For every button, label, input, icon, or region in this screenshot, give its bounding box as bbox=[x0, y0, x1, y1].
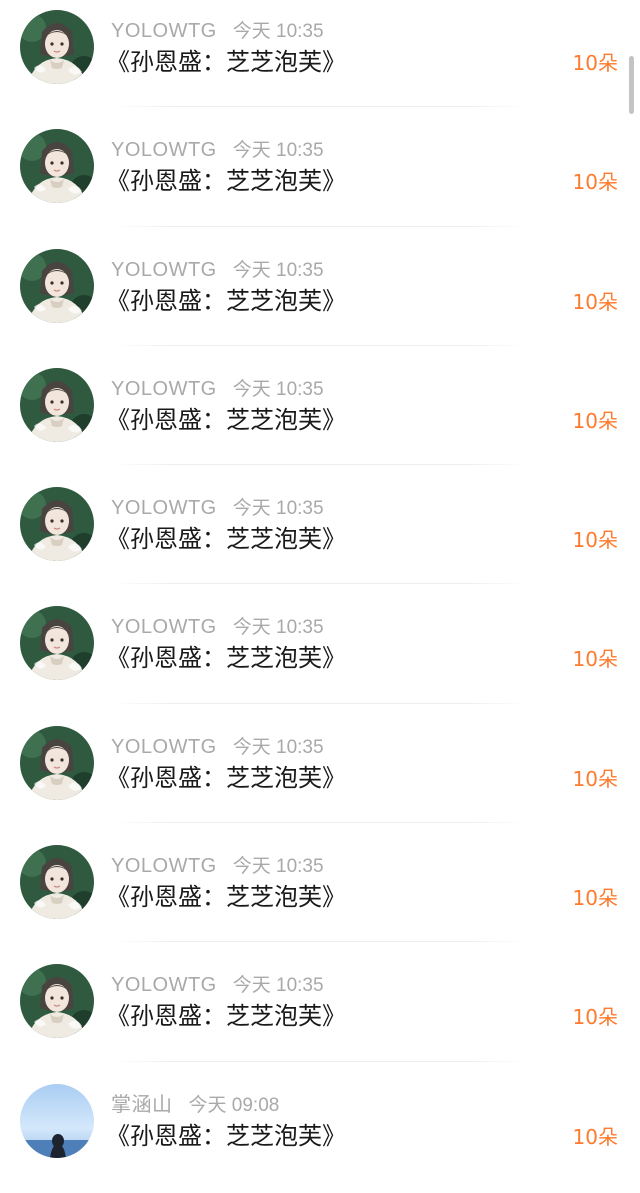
divider bbox=[110, 583, 530, 585]
avatar[interactable] bbox=[20, 845, 94, 920]
avatar[interactable] bbox=[20, 487, 94, 562]
sender-name[interactable]: YOLOWTG bbox=[111, 497, 217, 519]
timestamp: 今天 10:35 bbox=[232, 498, 324, 520]
gift-count: 10朵 bbox=[572, 1005, 618, 1030]
avatar-illustrated-girl-icon bbox=[20, 725, 94, 800]
gift-count: 10朵 bbox=[572, 647, 618, 672]
divider bbox=[110, 941, 530, 943]
message-content: 《孙恩盛：芝芝泡芙》 bbox=[106, 48, 346, 76]
list-item[interactable]: 掌涵山 今天 09:08 《孙恩盛：芝芝泡芙》 10朵 bbox=[0, 1074, 640, 1193]
list-item[interactable]: YOLOWTG 今天 10:35 《孙恩盛：芝芝泡芙》 10朵 bbox=[0, 477, 640, 596]
sender-name[interactable]: YOLOWTG bbox=[111, 259, 217, 281]
message-content: 《孙恩盛：芝芝泡芙》 bbox=[106, 883, 346, 912]
sender-name[interactable]: YOLOWTG bbox=[111, 20, 217, 42]
divider bbox=[110, 225, 530, 227]
message-meta: YOLOWTG 今天 10:35 bbox=[111, 972, 324, 998]
avatar[interactable] bbox=[20, 367, 94, 442]
timestamp: 今天 10:35 bbox=[232, 975, 324, 997]
list-item[interactable]: YOLOWTG 今天 10:35 《孙恩盛：芝芝泡芙》 10朵 bbox=[0, 239, 640, 358]
avatar-illustrated-girl-icon bbox=[20, 606, 94, 681]
list-item[interactable]: YOLOWTG 今天 10:35 《孙恩盛：芝芝泡芙》 10朵 bbox=[0, 358, 640, 477]
message-meta: YOLOWTG 今天 10:35 bbox=[111, 853, 324, 879]
timestamp: 今天 10:35 bbox=[232, 736, 324, 758]
divider bbox=[110, 464, 530, 466]
divider bbox=[110, 702, 530, 704]
timestamp: 今天 10:35 bbox=[232, 140, 324, 162]
message-meta: YOLOWTG 今天 10:35 bbox=[111, 257, 324, 283]
avatar-illustrated-girl-icon bbox=[20, 845, 94, 920]
message-meta: YOLOWTG 今天 10:35 bbox=[111, 137, 324, 163]
list-item[interactable]: YOLOWTG 今天 10:35 《孙恩盛：芝芝泡芙》 10朵 bbox=[0, 596, 640, 715]
avatar[interactable] bbox=[20, 964, 94, 1039]
timestamp: 今天 10:35 bbox=[232, 617, 324, 639]
list-item[interactable]: YOLOWTG 今天 10:35 《孙恩盛：芝芝泡芙》 10朵 bbox=[0, 716, 640, 835]
avatar[interactable] bbox=[20, 129, 94, 204]
avatar[interactable] bbox=[20, 248, 94, 323]
message-content: 《孙恩盛：芝芝泡芙》 bbox=[106, 644, 346, 673]
gift-count: 10朵 bbox=[572, 886, 618, 911]
avatar[interactable] bbox=[20, 606, 94, 681]
timestamp: 今天 10:35 bbox=[232, 259, 324, 281]
timestamp: 今天 09:08 bbox=[188, 1094, 280, 1116]
gift-message-list[interactable]: YOLOWTG 今天 10:35 《孙恩盛：芝芝泡芙》 10朵 YOLOWTG … bbox=[0, 0, 640, 1193]
message-content: 《孙恩盛：芝芝泡芙》 bbox=[106, 405, 346, 434]
gift-count: 10朵 bbox=[572, 528, 618, 553]
divider bbox=[110, 344, 530, 346]
sender-name[interactable]: YOLOWTG bbox=[111, 616, 217, 638]
avatar-illustrated-girl-icon bbox=[20, 129, 94, 204]
list-item[interactable]: YOLOWTG 今天 10:35 《孙恩盛：芝芝泡芙》 10朵 bbox=[0, 954, 640, 1073]
gift-count: 10朵 bbox=[572, 766, 618, 791]
gift-count: 10朵 bbox=[572, 170, 618, 195]
timestamp: 今天 10:35 bbox=[232, 856, 324, 878]
avatar-illustrated-girl-icon bbox=[20, 964, 94, 1039]
message-meta: YOLOWTG 今天 10:35 bbox=[111, 614, 324, 640]
gift-count: 10朵 bbox=[572, 289, 618, 314]
gift-count: 10朵 bbox=[572, 1124, 618, 1149]
sender-name[interactable]: YOLOWTG bbox=[111, 139, 217, 161]
avatar-illustrated-girl-icon bbox=[20, 10, 94, 84]
sender-name[interactable]: YOLOWTG bbox=[111, 855, 217, 877]
avatar[interactable] bbox=[20, 10, 94, 84]
timestamp: 今天 10:35 bbox=[232, 378, 324, 400]
avatar-illustrated-girl-icon bbox=[20, 487, 94, 562]
sender-name[interactable]: YOLOWTG bbox=[111, 974, 217, 996]
message-meta: 掌涵山 今天 09:08 bbox=[111, 1092, 279, 1118]
gift-count: 10朵 bbox=[572, 408, 618, 433]
message-content: 《孙恩盛：芝芝泡芙》 bbox=[106, 1121, 346, 1150]
message-meta: YOLOWTG 今天 10:35 bbox=[111, 376, 324, 402]
message-content: 《孙恩盛：芝芝泡芙》 bbox=[106, 763, 346, 792]
message-content: 《孙恩盛：芝芝泡芙》 bbox=[106, 1002, 346, 1031]
scrollbar[interactable] bbox=[629, 56, 634, 114]
sender-name[interactable]: YOLOWTG bbox=[111, 736, 217, 758]
message-content: 《孙恩盛：芝芝泡芙》 bbox=[106, 525, 346, 554]
message-content: 《孙恩盛：芝芝泡芙》 bbox=[106, 286, 346, 315]
message-meta: YOLOWTG 今天 10:35 bbox=[111, 18, 324, 44]
divider bbox=[110, 1060, 530, 1062]
avatar-illustrated-girl-icon bbox=[20, 367, 94, 442]
timestamp: 今天 10:35 bbox=[232, 21, 324, 42]
avatar[interactable] bbox=[20, 1083, 94, 1158]
avatar-illustrated-girl-icon bbox=[20, 248, 94, 323]
sender-name[interactable]: YOLOWTG bbox=[111, 378, 217, 400]
avatar-sky-silhouette-icon bbox=[20, 1083, 94, 1158]
message-content: 《孙恩盛：芝芝泡芙》 bbox=[106, 167, 346, 196]
list-item[interactable]: YOLOWTG 今天 10:35 《孙恩盛：芝芝泡芙》 10朵 bbox=[0, 0, 640, 119]
message-meta: YOLOWTG 今天 10:35 bbox=[111, 495, 324, 521]
message-meta: YOLOWTG 今天 10:35 bbox=[111, 734, 324, 760]
avatar[interactable] bbox=[20, 725, 94, 800]
divider bbox=[110, 822, 530, 824]
sender-name[interactable]: 掌涵山 bbox=[111, 1094, 173, 1116]
list-item[interactable]: YOLOWTG 今天 10:35 《孙恩盛：芝芝泡芙》 10朵 bbox=[0, 119, 640, 238]
divider bbox=[110, 106, 530, 108]
list-item[interactable]: YOLOWTG 今天 10:35 《孙恩盛：芝芝泡芙》 10朵 bbox=[0, 835, 640, 954]
gift-count: 10朵 bbox=[572, 51, 618, 75]
